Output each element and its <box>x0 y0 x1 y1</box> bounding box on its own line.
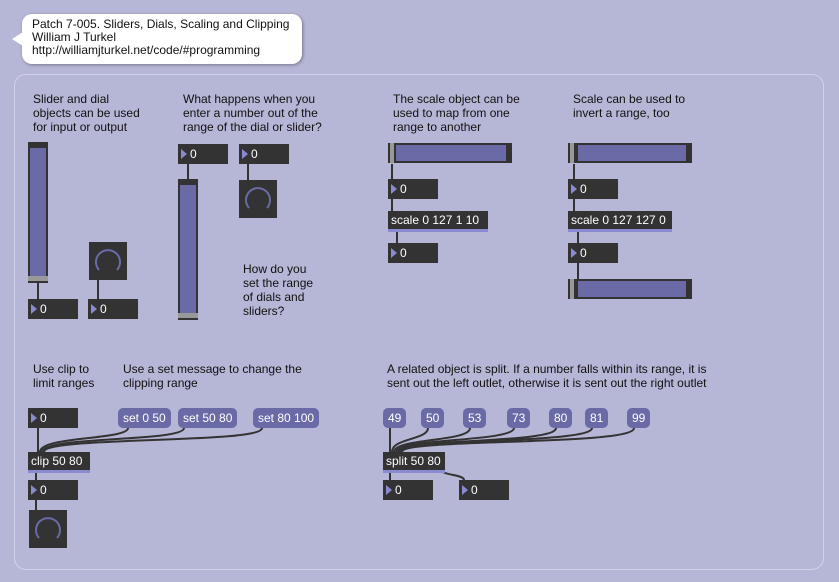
message-49[interactable]: 49 <box>383 408 407 428</box>
vertical-slider[interactable] <box>28 142 48 283</box>
scale-object-1[interactable]: scale 0 127 1 10 <box>388 211 488 232</box>
message-81[interactable]: 81 <box>585 408 609 428</box>
comment-scale-map: The scale object can be used to map from… <box>393 92 520 134</box>
number-range-dial-in[interactable]: 0 <box>239 144 289 164</box>
hslider-1-knob <box>390 143 394 163</box>
horizontal-slider-3[interactable] <box>568 279 692 299</box>
dial-arc-icon <box>95 249 121 271</box>
dial-2-arc-icon <box>245 187 271 209</box>
number-clip-out[interactable]: 0 <box>28 480 78 500</box>
number-scale2-out[interactable]: 0 <box>568 243 618 263</box>
number-split-right[interactable]: 0 <box>459 480 509 500</box>
comment-scale-invert: Scale can be used to invert a range, too <box>573 92 686 120</box>
number-scale1-out[interactable]: 0 <box>388 243 438 263</box>
slider-2-knob <box>178 313 198 318</box>
horizontal-slider-2[interactable] <box>568 143 692 163</box>
number-dial-out[interactable]: 0 <box>88 299 138 319</box>
message-99[interactable]: 99 <box>627 408 651 428</box>
comment-set-message: Use a set message to change the clipping… <box>123 362 302 390</box>
comment-clip-limit: Use clip to limit ranges <box>33 362 95 390</box>
number-scale2-in[interactable]: 0 <box>568 179 618 199</box>
number-slider-out[interactable]: 0 <box>28 299 78 319</box>
scale-object-2[interactable]: scale 0 127 127 0 <box>568 211 672 232</box>
message-50[interactable]: 50 <box>421 408 445 428</box>
message-set-50-80[interactable]: set 50 80 <box>178 408 238 428</box>
hslider-2-knob <box>570 143 574 163</box>
comment-set-range: How do you set the range of dials and sl… <box>243 262 314 318</box>
clip-object[interactable]: clip 50 80 <box>28 452 90 473</box>
dial[interactable] <box>89 242 127 280</box>
dial-3[interactable] <box>29 510 67 548</box>
split-object[interactable]: split 50 80 <box>383 452 445 473</box>
horizontal-slider-1[interactable] <box>388 143 512 163</box>
message-73[interactable]: 73 <box>507 408 531 428</box>
dial-3-arc-icon <box>35 517 61 539</box>
number-scale1-in[interactable]: 0 <box>388 179 438 199</box>
message-53[interactable]: 53 <box>463 408 487 428</box>
message-set-80-100[interactable]: set 80 100 <box>253 408 320 428</box>
number-range-slider-in[interactable]: 0 <box>178 144 228 164</box>
message-80[interactable]: 80 <box>549 408 573 428</box>
comment-split-info: A related object is split. If a number f… <box>387 362 707 390</box>
slider-knob <box>28 276 48 281</box>
number-split-left[interactable]: 0 <box>383 480 433 500</box>
number-clip-in[interactable]: 0 <box>28 408 78 428</box>
hslider-3-knob <box>570 279 574 299</box>
comment-slider-dial: Slider and dial objects can be used for … <box>33 92 140 134</box>
comment-out-of-range: What happens when you enter a number out… <box>183 92 322 134</box>
vertical-slider-2[interactable] <box>178 179 198 320</box>
dial-2[interactable] <box>239 180 277 218</box>
message-set-0-50[interactable]: set 0 50 <box>118 408 171 428</box>
